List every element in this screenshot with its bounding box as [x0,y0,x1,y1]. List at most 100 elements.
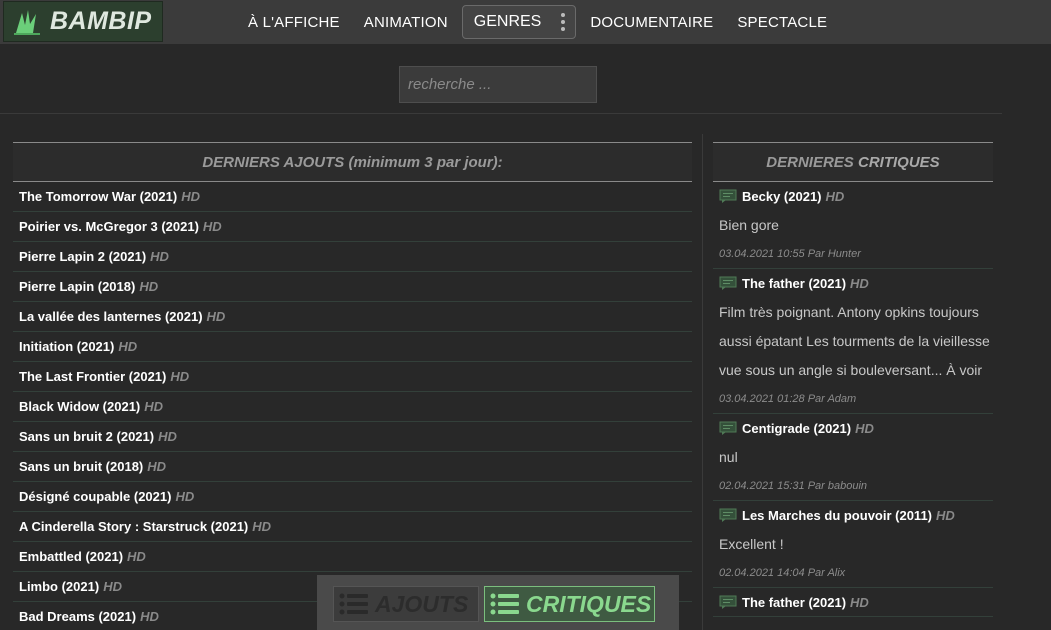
view-toggle-bar: AJOUTS CRITIQUES [317,575,679,630]
review-item: The father (2021) HD Film très poignant. A… [713,269,993,414]
hd-badge: HD [202,219,222,234]
review-title-row[interactable]: Les Marches du pouvoir (2011) HD [719,501,993,529]
latest-reviews-title-prefix: DERNIERES [766,153,854,171]
latest-item[interactable]: La vallée des lanternes (2021) HD [13,302,692,332]
latest-item-title: The Tomorrow War (2021) [19,189,178,204]
latest-reviews-title: DERNIERES CRITIQUES [713,142,993,182]
ajouts-toggle-label: AJOUTS [375,590,469,617]
hd-badge: HD [144,399,164,414]
latest-item-title: Pierre Lapin (2018) [19,279,136,294]
latest-reviews-list: Becky (2021) HD Bien gore 03.04.2021 10:55 … [713,182,993,617]
review-title: Les Marches du pouvoir (2011) [742,507,933,523]
hd-badge: HD [855,420,874,436]
hd-badge: HD [139,279,159,294]
search-input[interactable] [399,66,597,103]
review-meta: 02.04.2021 14:04 Par Alix [719,567,846,579]
hd-badge: HD [140,609,159,624]
comment-icon [719,276,737,290]
review-meta: 03.04.2021 01:28 Par Adam [719,393,857,405]
latest-additions-panel: DERNIERS AJOUTS (minimum 3 par jour): Th… [13,142,692,630]
latest-item-title: Limbo (2021) [19,579,100,594]
latest-item-title: Bad Dreams (2021) [19,609,137,624]
latest-item[interactable]: Sans un bruit (2018) HD [13,452,692,482]
hd-badge: HD [252,519,272,534]
more-vertical-icon [561,13,566,31]
latest-item[interactable]: The Last Frontier (2021) HD [13,362,692,392]
review-title-row[interactable]: The father (2021) HD [719,269,993,297]
review-item: Les Marches du pouvoir (2011) HD Excellent… [713,501,993,588]
review-title: Becky (2021) [742,188,822,204]
latest-item[interactable]: Poirier vs. McGregor 3 (2021) HD [13,212,692,242]
review-meta: 03.04.2021 10:55 Par Hunter [719,248,861,260]
top-bar: BAMBIP À L'AFFICHE ANIMATION GENRES DOCU… [0,0,1051,44]
review-title-row[interactable]: Becky (2021) HD [719,182,993,210]
review-title-row[interactable]: The father (2021) HD [719,588,993,616]
hd-badge: HD [147,459,167,474]
list-icon [490,593,519,615]
latest-item-title: Poirier vs. McGregor 3 (2021) [19,219,199,234]
latest-item[interactable]: A Cinderella Story : Starstruck (2021) HD [13,512,692,542]
review-title: The father (2021) [742,594,847,610]
hd-badge: HD [170,369,190,384]
latest-item-title: Embattled (2021) [19,549,124,564]
nav-genres-label: GENRES [473,13,542,30]
latest-item[interactable]: Pierre Lapin 2 (2021) HD [13,242,692,272]
comment-icon [719,595,737,609]
site-logo[interactable]: BAMBIP [3,1,163,42]
latest-item-title: A Cinderella Story : Starstruck (2021) [19,519,249,534]
latest-item-title: Sans un bruit (2018) [19,459,144,474]
column-divider [702,134,703,630]
review-text: Film très poignant. Antony opkins toujou… [719,304,990,378]
hd-badge: HD [850,594,869,610]
leaf-icon [14,9,40,35]
comment-icon [719,421,737,435]
latest-item[interactable]: Embattled (2021) HD [13,542,692,572]
latest-item-title: Désigné coupable (2021) [19,489,172,504]
latest-reviews-title-highlight: CRITIQUES [858,153,940,171]
hd-badge: HD [936,507,955,523]
hd-badge: HD [127,549,146,564]
comment-icon [719,508,737,522]
latest-item[interactable]: Désigné coupable (2021) HD [13,482,692,512]
review-title-row[interactable]: Centigrade (2021) HD [719,414,993,442]
main-nav: À L'AFFICHE ANIMATION GENRES DOCUMENTAIR… [236,0,839,44]
critiques-toggle-button[interactable]: CRITIQUES [484,586,655,622]
latest-item-title: Sans un bruit 2 (2021) [19,429,155,444]
nav-item-a-l-affiche[interactable]: À L'AFFICHE [236,14,352,31]
hd-badge: HD [206,309,226,324]
review-text: Excellent ! [719,536,784,552]
list-icon [339,593,368,615]
review-title: The father (2021) [742,275,847,291]
nav-item-spectacle[interactable]: SPECTACLE [725,14,839,31]
latest-item[interactable]: Pierre Lapin (2018) HD [13,272,692,302]
nav-item-animation[interactable]: ANIMATION [352,14,460,31]
search-section [0,44,1002,114]
latest-reviews-panel: DERNIERES CRITIQUES Becky (2021) HD Bien g… [713,142,993,617]
latest-item-title: Black Widow (2021) [19,399,141,414]
latest-item-title: Initiation (2021) [19,339,115,354]
latest-item[interactable]: Initiation (2021) HD [13,332,692,362]
hd-badge: HD [850,275,869,291]
review-text: nul [719,449,738,465]
logo-text: BAMBIP [50,7,152,35]
ajouts-toggle-button[interactable]: AJOUTS [333,586,479,622]
hd-badge: HD [825,188,845,204]
review-meta: 02.04.2021 15:31 Par babouin [719,480,868,492]
hd-badge: HD [103,579,122,594]
hd-badge: HD [181,189,200,204]
nav-genres-dropdown[interactable]: GENRES [461,5,577,39]
comment-icon [719,189,737,203]
review-item: The father (2021) HD [713,588,993,617]
critiques-toggle-label: CRITIQUES [526,590,652,617]
review-text: Bien gore [719,217,779,233]
hd-badge: HD [158,429,177,444]
review-item: Becky (2021) HD Bien gore 03.04.2021 10:55 … [713,182,993,269]
latest-item[interactable]: Black Widow (2021) HD [13,392,692,422]
review-item: Centigrade (2021) HD nul 02.04.2021 15:31 P… [713,414,993,501]
hd-badge: HD [175,489,195,504]
latest-item-title: La vallée des lanternes (2021) [19,309,203,324]
nav-item-documentaire[interactable]: DOCUMENTAIRE [578,14,725,31]
latest-item[interactable]: Sans un bruit 2 (2021) HD [13,422,692,452]
latest-item[interactable]: The Tomorrow War (2021) HD [13,182,692,212]
review-title: Centigrade (2021) [742,420,852,436]
